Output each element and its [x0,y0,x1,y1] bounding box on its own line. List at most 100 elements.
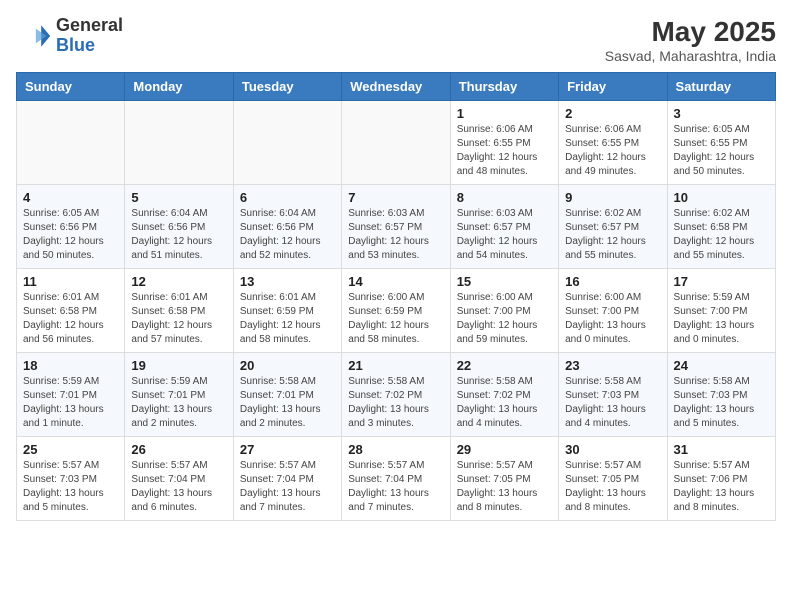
day-cell: 18Sunrise: 5:59 AM Sunset: 7:01 PM Dayli… [17,353,125,437]
logo-text: General Blue [56,16,123,56]
day-cell: 15 Sunrise: 6:00 AM Sunset: 7:00 PM Dayli… [450,269,558,353]
day-cell: 29 Sunrise: 5:57 AM Sunset: 7:05 PM Dayli… [450,437,558,521]
day-info: Sunrise: 6:01 AM Sunset: 6:58 PM Dayligh… [23,291,118,347]
day-number: 2 [565,106,660,121]
day-info: Sunrise: 6:02 AM Sunset: 6:57 PM Dayligh… [565,207,660,263]
day-info: Sunrise: 5:57 AM Sunset: 7:03 PM Dayligh… [23,459,118,515]
day-number: 22 [457,358,552,373]
day-cell [17,101,125,185]
day-cell: 6Sunrise: 6:04 AM Sunset: 6:56 PM Daylig… [233,185,341,269]
day-number: 19 [131,358,226,373]
day-number: 4 [23,190,118,205]
day-info: Sunrise: 5:57 AM Sunset: 7:06 PM Dayligh… [674,459,769,515]
day-info: Sunrise: 6:02 AM Sunset: 6:58 PM Dayligh… [674,207,769,263]
day-info: Sunrise: 6:00 AM Sunset: 6:59 PM Dayligh… [348,291,443,347]
day-number: 16 [565,274,660,289]
day-number: 12 [131,274,226,289]
day-number: 25 [23,442,118,457]
week-row-3: 11Sunrise: 6:01 AM Sunset: 6:58 PM Dayli… [17,269,776,353]
day-cell: 1 Sunrise: 6:06 AM Sunset: 6:55 PM Daylig… [450,101,558,185]
day-cell: 23Sunrise: 5:58 AM Sunset: 7:03 PM Dayli… [559,353,667,437]
day-cell: 13Sunrise: 6:01 AM Sunset: 6:59 PM Dayli… [233,269,341,353]
day-info: Sunrise: 6:03 AM Sunset: 6:57 PM Dayligh… [348,207,443,263]
calendar-table: SundayMondayTuesdayWednesdayThursdayFrid… [16,72,776,521]
day-cell: 30 Sunrise: 5:57 AM Sunset: 7:05 PM Dayli… [559,437,667,521]
day-number: 15 [457,274,552,289]
day-number: 17 [674,274,769,289]
weekday-header-sunday: Sunday [17,73,125,101]
day-cell: 4 Sunrise: 6:05 AM Sunset: 6:56 PM Daylig… [17,185,125,269]
day-info: Sunrise: 5:57 AM Sunset: 7:05 PM Dayligh… [565,459,660,515]
day-info: Sunrise: 5:58 AM Sunset: 7:01 PM Dayligh… [240,375,335,431]
weekday-header-monday: Monday [125,73,233,101]
day-number: 3 [674,106,769,121]
day-cell [342,101,450,185]
day-info: Sunrise: 6:00 AM Sunset: 7:00 PM Dayligh… [565,291,660,347]
day-info: Sunrise: 6:01 AM Sunset: 6:58 PM Dayligh… [131,291,226,347]
day-cell: 24 Sunrise: 5:58 AM Sunset: 7:03 PM Dayli… [667,353,775,437]
day-info: Sunrise: 5:58 AM Sunset: 7:02 PM Dayligh… [457,375,552,431]
day-cell: 16 Sunrise: 6:00 AM Sunset: 7:00 PM Dayli… [559,269,667,353]
day-info: Sunrise: 5:58 AM Sunset: 7:03 PM Dayligh… [674,375,769,431]
week-row-4: 18Sunrise: 5:59 AM Sunset: 7:01 PM Dayli… [17,353,776,437]
day-number: 30 [565,442,660,457]
day-info: Sunrise: 5:57 AM Sunset: 7:04 PM Dayligh… [240,459,335,515]
day-cell: 27 Sunrise: 5:57 AM Sunset: 7:04 PM Dayli… [233,437,341,521]
day-info: Sunrise: 5:57 AM Sunset: 7:04 PM Dayligh… [131,459,226,515]
day-cell: 17Sunrise: 5:59 AM Sunset: 7:00 PM Dayli… [667,269,775,353]
day-number: 29 [457,442,552,457]
day-number: 20 [240,358,335,373]
day-cell: 10Sunrise: 6:02 AM Sunset: 6:58 PM Dayli… [667,185,775,269]
logo: General Blue [16,16,123,56]
logo-blue: Blue [56,36,123,56]
day-info: Sunrise: 6:03 AM Sunset: 6:57 PM Dayligh… [457,207,552,263]
day-cell [233,101,341,185]
day-info: Sunrise: 6:04 AM Sunset: 6:56 PM Dayligh… [131,207,226,263]
day-cell: 2 Sunrise: 6:06 AM Sunset: 6:55 PM Daylig… [559,101,667,185]
day-info: Sunrise: 5:58 AM Sunset: 7:03 PM Dayligh… [565,375,660,431]
day-info: Sunrise: 6:00 AM Sunset: 7:00 PM Dayligh… [457,291,552,347]
page-header: General Blue May 2025 Sasvad, Maharashtr… [16,16,776,64]
day-number: 27 [240,442,335,457]
day-cell: 11Sunrise: 6:01 AM Sunset: 6:58 PM Dayli… [17,269,125,353]
week-row-1: 1 Sunrise: 6:06 AM Sunset: 6:55 PM Daylig… [17,101,776,185]
day-info: Sunrise: 5:57 AM Sunset: 7:04 PM Dayligh… [348,459,443,515]
day-info: Sunrise: 6:06 AM Sunset: 6:55 PM Dayligh… [457,123,552,179]
day-number: 1 [457,106,552,121]
weekday-header-tuesday: Tuesday [233,73,341,101]
day-info: Sunrise: 6:06 AM Sunset: 6:55 PM Dayligh… [565,123,660,179]
day-number: 7 [348,190,443,205]
logo-general: General [56,16,123,36]
day-info: Sunrise: 5:58 AM Sunset: 7:02 PM Dayligh… [348,375,443,431]
day-number: 31 [674,442,769,457]
day-cell: 31 Sunrise: 5:57 AM Sunset: 7:06 PM Dayli… [667,437,775,521]
weekday-header-row: SundayMondayTuesdayWednesdayThursdayFrid… [17,73,776,101]
logo-icon [16,18,52,54]
day-number: 21 [348,358,443,373]
day-number: 28 [348,442,443,457]
month-year: May 2025 [605,16,776,48]
title-block: May 2025 Sasvad, Maharashtra, India [605,16,776,64]
day-info: Sunrise: 5:57 AM Sunset: 7:05 PM Dayligh… [457,459,552,515]
day-cell: 12 Sunrise: 6:01 AM Sunset: 6:58 PM Dayli… [125,269,233,353]
week-row-5: 25 Sunrise: 5:57 AM Sunset: 7:03 PM Dayli… [17,437,776,521]
day-info: Sunrise: 5:59 AM Sunset: 7:01 PM Dayligh… [131,375,226,431]
weekday-header-wednesday: Wednesday [342,73,450,101]
day-cell: 3Sunrise: 6:05 AM Sunset: 6:55 PM Daylig… [667,101,775,185]
day-number: 26 [131,442,226,457]
day-cell [125,101,233,185]
weekday-header-saturday: Saturday [667,73,775,101]
day-number: 24 [674,358,769,373]
day-cell: 21 Sunrise: 5:58 AM Sunset: 7:02 PM Dayli… [342,353,450,437]
day-info: Sunrise: 5:59 AM Sunset: 7:01 PM Dayligh… [23,375,118,431]
day-cell: 25 Sunrise: 5:57 AM Sunset: 7:03 PM Dayli… [17,437,125,521]
day-number: 5 [131,190,226,205]
day-number: 14 [348,274,443,289]
day-info: Sunrise: 6:05 AM Sunset: 6:56 PM Dayligh… [23,207,118,263]
day-cell: 20 Sunrise: 5:58 AM Sunset: 7:01 PM Dayli… [233,353,341,437]
day-number: 8 [457,190,552,205]
day-cell: 14 Sunrise: 6:00 AM Sunset: 6:59 PM Dayli… [342,269,450,353]
week-row-2: 4 Sunrise: 6:05 AM Sunset: 6:56 PM Daylig… [17,185,776,269]
day-cell: 5 Sunrise: 6:04 AM Sunset: 6:56 PM Daylig… [125,185,233,269]
weekday-header-friday: Friday [559,73,667,101]
